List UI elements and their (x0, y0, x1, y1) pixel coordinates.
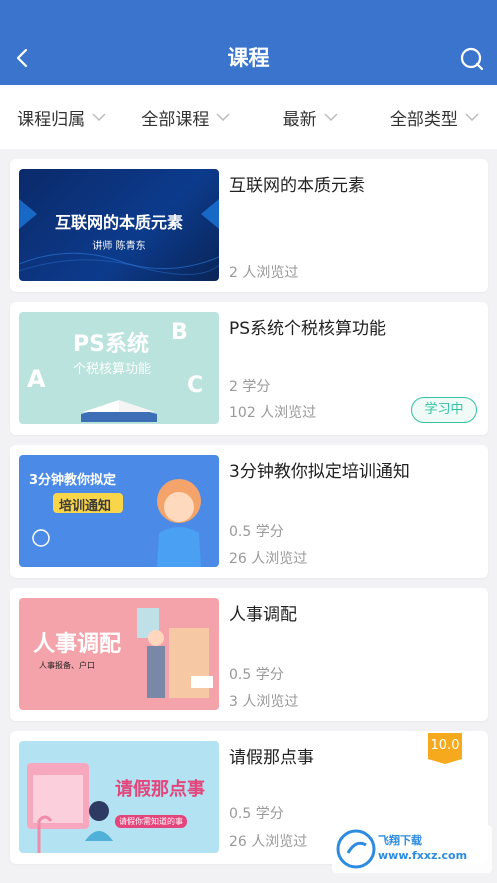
watermark-text: 飞翔下载 www.fxxz.com (378, 834, 468, 862)
filter-label: 最新 (282, 109, 317, 130)
view-count: 26 人浏览过 (229, 551, 308, 567)
score-badge: 10.0 (428, 733, 462, 764)
thumbnail-title: PS系统 (73, 332, 149, 357)
filter-latest[interactable]: 最新 (249, 105, 373, 130)
view-count: 102 人浏览过 (229, 405, 317, 421)
course-title: 请假那点事 (229, 748, 314, 768)
chevron-down-icon (216, 113, 230, 122)
thumbnail-title: 请假那点事 (115, 779, 205, 800)
course-card[interactable]: 互联网的本质元素 讲师 陈青东 互联网的本质元素 2 人浏览过 (10, 159, 488, 292)
watermark-logo: 飞翔下载 www.fxxz.com (332, 825, 492, 873)
status-badge: 学习中 (411, 397, 477, 423)
filter-label: 全部类型 (389, 109, 458, 130)
thumbnail-subtitle: 请假你需知道的事 (115, 815, 187, 828)
course-credits: 0.5 学分 (229, 806, 284, 822)
filter-label: 课程归属 (17, 109, 86, 130)
view-count: 2 人浏览过 (229, 265, 299, 281)
filter-course-owner[interactable]: 课程归属 (0, 105, 124, 130)
filter-all-courses[interactable]: 全部课程 (124, 105, 248, 130)
course-credits: 0.5 学分 (229, 667, 284, 683)
course-card[interactable]: 3分钟教你拟定 培训通知 3分钟教你拟定培训通知 0.5 学分 26 人浏览过 (10, 445, 488, 578)
course-thumbnail: 互联网的本质元素 讲师 陈青东 (19, 169, 219, 281)
filter-label: 全部课程 (141, 109, 210, 130)
top-bar: 课程 (0, 0, 497, 85)
course-title: PS系统个税核算功能 (229, 319, 387, 339)
chevron-down-icon (324, 113, 338, 122)
course-thumbnail: A B C PS系统 个税核算功能 (19, 312, 219, 424)
thumbnail-subtitle: 培训通知 (59, 499, 112, 514)
thumbnail-title: 互联网的本质元素 (54, 213, 183, 232)
page-title: 课程 (227, 46, 270, 70)
course-title: 互联网的本质元素 (229, 176, 365, 196)
thumbnail-subtitle: 讲师 陈青东 (92, 241, 146, 252)
view-count: 26 人浏览过 (229, 834, 308, 850)
course-title: 人事调配 (229, 605, 297, 625)
filter-all-types[interactable]: 全部类型 (373, 105, 497, 130)
svg-text:C: C (187, 373, 203, 398)
thumbnail-subtitle: 人事报备、户口 (39, 661, 95, 670)
course-thumbnail: 人事调配 人事报备、户口 (19, 598, 219, 710)
view-count: 3 人浏览过 (229, 694, 299, 710)
thumbnail-subtitle: 个税核算功能 (73, 362, 152, 377)
chevron-down-icon (465, 113, 479, 122)
filter-bar: 课程归属 全部课程 最新 全部类型 (0, 85, 497, 149)
course-credits: 0.5 学分 (229, 524, 284, 540)
course-title: 3分钟教你拟定培训通知 (229, 462, 410, 482)
course-credits: 2 学分 (229, 379, 271, 395)
course-thumbnail: 3分钟教你拟定 培训通知 (19, 455, 219, 567)
thumbnail-title: 3分钟教你拟定 (29, 473, 117, 488)
watermark-icon (336, 829, 376, 869)
course-thumbnail: 请假那点事 请假你需知道的事 (19, 741, 219, 853)
chevron-down-icon (92, 113, 106, 122)
svg-text:A: A (27, 365, 46, 393)
svg-text:B: B (171, 320, 188, 345)
course-list: 互联网的本质元素 讲师 陈青东 互联网的本质元素 2 人浏览过 A B C PS… (10, 159, 488, 874)
thumbnail-title: 人事调配 (33, 632, 122, 657)
course-card[interactable]: A B C PS系统 个税核算功能 PS系统个税核算功能 2 学分 102 人浏… (10, 302, 488, 435)
course-card[interactable]: 人事调配 人事报备、户口 人事调配 0.5 学分 3 人浏览过 (10, 588, 488, 721)
search-icon[interactable] (459, 46, 485, 72)
